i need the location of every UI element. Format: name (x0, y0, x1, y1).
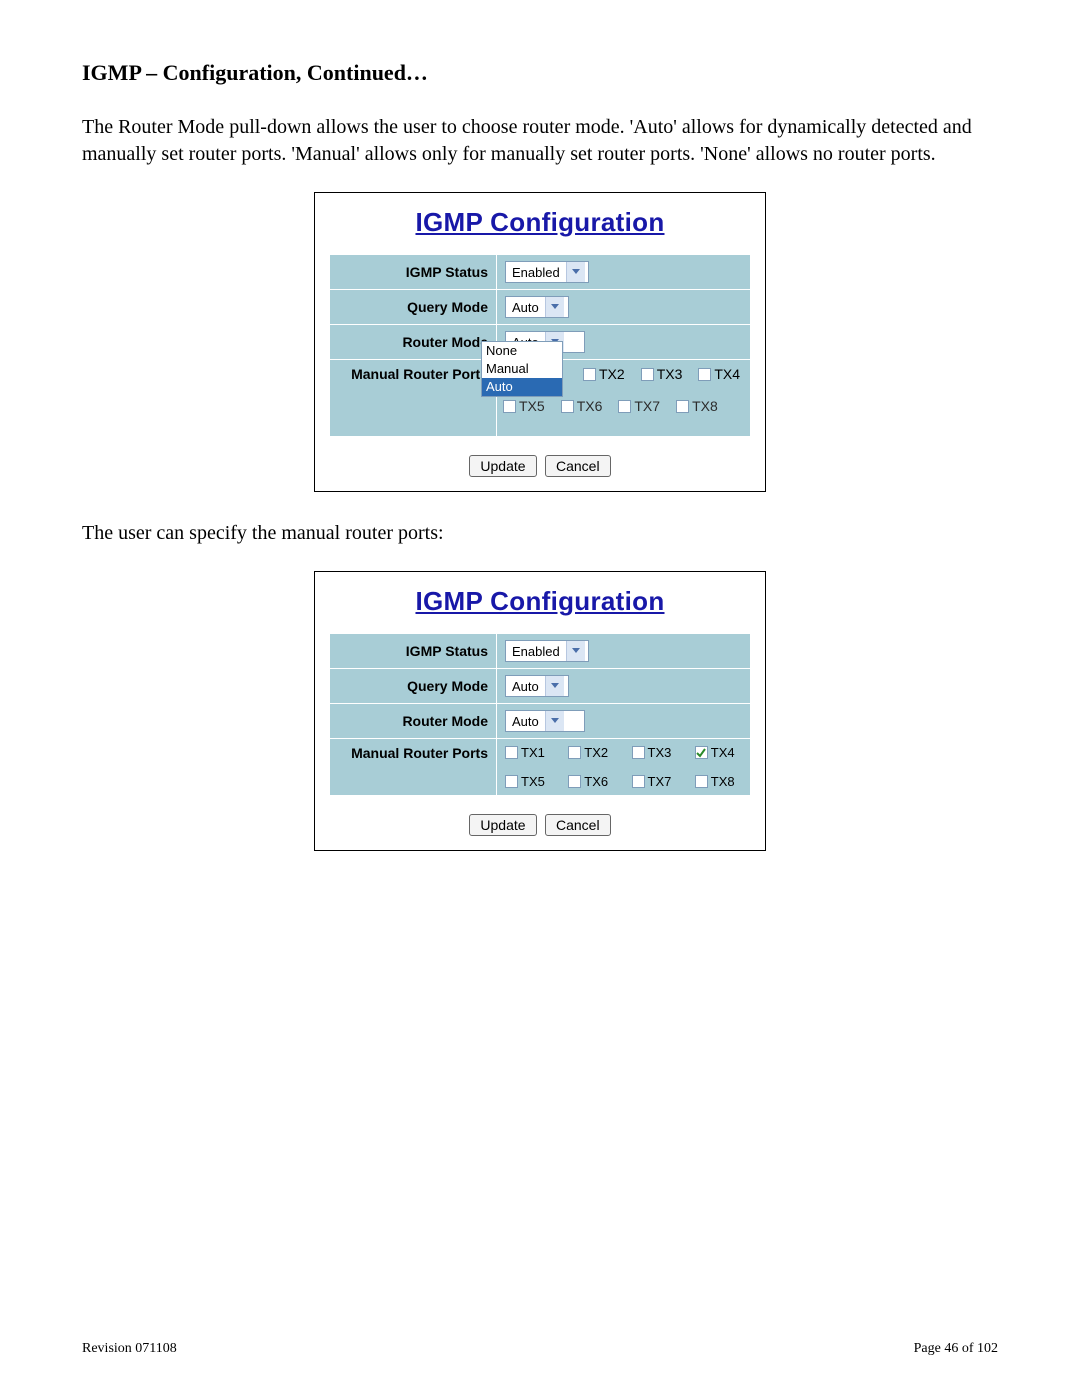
label-igmp-status: IGMP Status (330, 255, 497, 290)
port-tx4[interactable]: TX4 (698, 366, 740, 382)
checkbox-icon (505, 775, 518, 788)
query-mode-value: Auto (506, 297, 545, 317)
port-tx2[interactable]: TX2 (568, 745, 615, 760)
cancel-button[interactable]: Cancel (545, 814, 611, 836)
igmp-config-panel-2: IGMP Configuration IGMP Status Enabled (314, 571, 766, 851)
port-tx8[interactable]: TX8 (695, 774, 742, 789)
cancel-button[interactable]: Cancel (545, 455, 611, 477)
chevron-down-icon (545, 676, 564, 696)
chevron-down-icon (566, 262, 585, 282)
igmp-config-panel-1: IGMP Configuration IGMP Status Enabled (314, 192, 766, 492)
router-mode-dropdown-list[interactable]: None Manual Auto (481, 341, 563, 397)
port-tx5[interactable]: TX5 (505, 774, 552, 789)
port-tx6[interactable]: TX6 (561, 398, 603, 414)
checkbox-icon (695, 746, 708, 759)
router-mode-select[interactable]: Auto (505, 710, 585, 732)
footer-page: Page 46 of 102 (914, 1341, 998, 1357)
query-mode-select[interactable]: Auto (505, 296, 569, 318)
mid-paragraph: The user can specify the manual router p… (82, 520, 998, 547)
label-router-mode: Router Mode (330, 704, 497, 739)
checkbox-icon (568, 746, 581, 759)
port-label: TX8 (711, 774, 735, 789)
port-tx6[interactable]: TX6 (568, 774, 615, 789)
label-igmp-status: IGMP Status (330, 634, 497, 669)
label-manual-router-ports: Manual Router Ports (330, 739, 497, 796)
label-manual-router-ports: Manual Router Ports (330, 360, 497, 437)
checkbox-icon (695, 775, 708, 788)
checkbox-icon (505, 746, 518, 759)
checkbox-icon (632, 775, 645, 788)
port-tx7[interactable]: TX7 (632, 774, 679, 789)
checkbox-icon (618, 400, 631, 413)
igmp-status-select[interactable]: Enabled (505, 640, 589, 662)
label-query-mode: Query Mode (330, 290, 497, 325)
port-label: TX5 (519, 398, 545, 414)
port-label: TX4 (714, 366, 740, 382)
port-tx5[interactable]: TX5 (503, 398, 545, 414)
port-label: TX3 (648, 745, 672, 760)
label-query-mode: Query Mode (330, 669, 497, 704)
port-tx3[interactable]: TX3 (641, 366, 683, 382)
port-label: TX6 (577, 398, 603, 414)
checkbox-icon (676, 400, 689, 413)
query-mode-value: Auto (506, 676, 545, 696)
router-mode-option-none[interactable]: None (482, 342, 562, 360)
checkbox-icon (503, 400, 516, 413)
intro-paragraph: The Router Mode pull-down allows the use… (82, 114, 998, 168)
panel-title: IGMP Configuration (329, 207, 751, 238)
router-mode-option-manual[interactable]: Manual (482, 360, 562, 378)
section-heading: IGMP – Configuration, Continued… (82, 60, 998, 86)
port-label: TX2 (599, 366, 625, 382)
port-label: TX3 (657, 366, 683, 382)
checkbox-icon (561, 400, 574, 413)
igmp-status-value: Enabled (506, 641, 566, 661)
port-tx7[interactable]: TX7 (618, 398, 660, 414)
update-button[interactable]: Update (469, 455, 536, 477)
port-label: TX8 (692, 398, 718, 414)
port-label: TX7 (634, 398, 660, 414)
checkbox-icon (568, 775, 581, 788)
checkbox-icon (583, 368, 596, 381)
update-button[interactable]: Update (469, 814, 536, 836)
port-label: TX4 (711, 745, 735, 760)
chevron-down-icon (545, 711, 564, 731)
igmp-status-select[interactable]: Enabled (505, 261, 589, 283)
router-mode-option-auto[interactable]: Auto (482, 378, 562, 396)
port-tx3[interactable]: TX3 (632, 745, 679, 760)
footer-revision: Revision 071108 (82, 1341, 177, 1357)
igmp-status-value: Enabled (506, 262, 566, 282)
chevron-down-icon (566, 641, 585, 661)
checkbox-icon (698, 368, 711, 381)
query-mode-select[interactable]: Auto (505, 675, 569, 697)
port-tx8[interactable]: TX8 (676, 398, 718, 414)
router-mode-value: Auto (506, 711, 545, 731)
panel-title: IGMP Configuration (329, 586, 751, 617)
port-tx4[interactable]: TX4 (695, 745, 742, 760)
port-label: TX6 (584, 774, 608, 789)
port-label: TX5 (521, 774, 545, 789)
label-router-mode: Router Mode (330, 325, 497, 360)
checkbox-icon (641, 368, 654, 381)
chevron-down-icon (545, 297, 564, 317)
port-label: TX1 (521, 745, 545, 760)
port-label: TX7 (648, 774, 672, 789)
checkbox-icon (632, 746, 645, 759)
port-tx2[interactable]: TX2 (583, 366, 625, 382)
port-tx1[interactable]: TX1 (505, 745, 552, 760)
port-label: TX2 (584, 745, 608, 760)
